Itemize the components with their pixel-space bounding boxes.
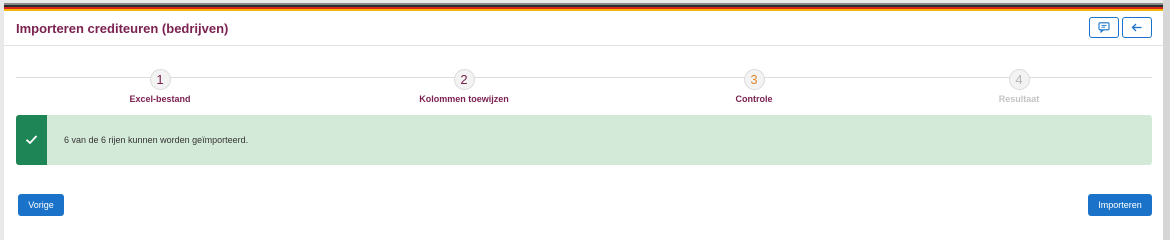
comment-button[interactable] bbox=[1089, 17, 1119, 38]
success-alert: 6 van de 6 rijen kunnen worden geïmporte… bbox=[16, 115, 1152, 165]
step-label: Excel-bestand bbox=[129, 94, 191, 104]
import-card: Importeren crediteuren (bedrijven) 1 Exc… bbox=[4, 11, 1163, 240]
step-controle: 3 Controle bbox=[674, 69, 834, 104]
alert-message: 6 van de 6 rijen kunnen worden geïmporte… bbox=[64, 135, 249, 145]
back-button[interactable] bbox=[1122, 17, 1152, 38]
scrollbar[interactable] bbox=[1163, 0, 1170, 240]
arrow-left-icon bbox=[1131, 23, 1142, 32]
alert-icon-box bbox=[16, 115, 47, 165]
card-header: Importeren crediteuren (bedrijven) bbox=[4, 11, 1163, 46]
step-label: Kolommen toewijzen bbox=[419, 94, 509, 104]
flag-stripe bbox=[0, 0, 1170, 11]
step-number: 1 bbox=[149, 69, 171, 90]
step-label: Resultaat bbox=[998, 94, 1040, 104]
check-icon bbox=[25, 135, 38, 145]
page-title: Importeren crediteuren (bedrijven) bbox=[16, 21, 229, 36]
step-label: Controle bbox=[735, 94, 773, 104]
step-number: 4 bbox=[1008, 69, 1030, 90]
step-number: 2 bbox=[453, 69, 475, 90]
previous-button[interactable]: Vorige bbox=[18, 194, 64, 216]
step-number: 3 bbox=[743, 69, 765, 90]
step-excel-bestand: 1 Excel-bestand bbox=[80, 69, 240, 104]
comment-icon bbox=[1098, 22, 1110, 33]
import-button[interactable]: Importeren bbox=[1088, 194, 1152, 216]
step-resultaat: 4 Resultaat bbox=[939, 69, 1099, 104]
step-kolommen-toewijzen: 2 Kolommen toewijzen bbox=[384, 69, 544, 104]
step-indicator: 1 Excel-bestand 2 Kolommen toewijzen 3 C… bbox=[4, 69, 1163, 109]
